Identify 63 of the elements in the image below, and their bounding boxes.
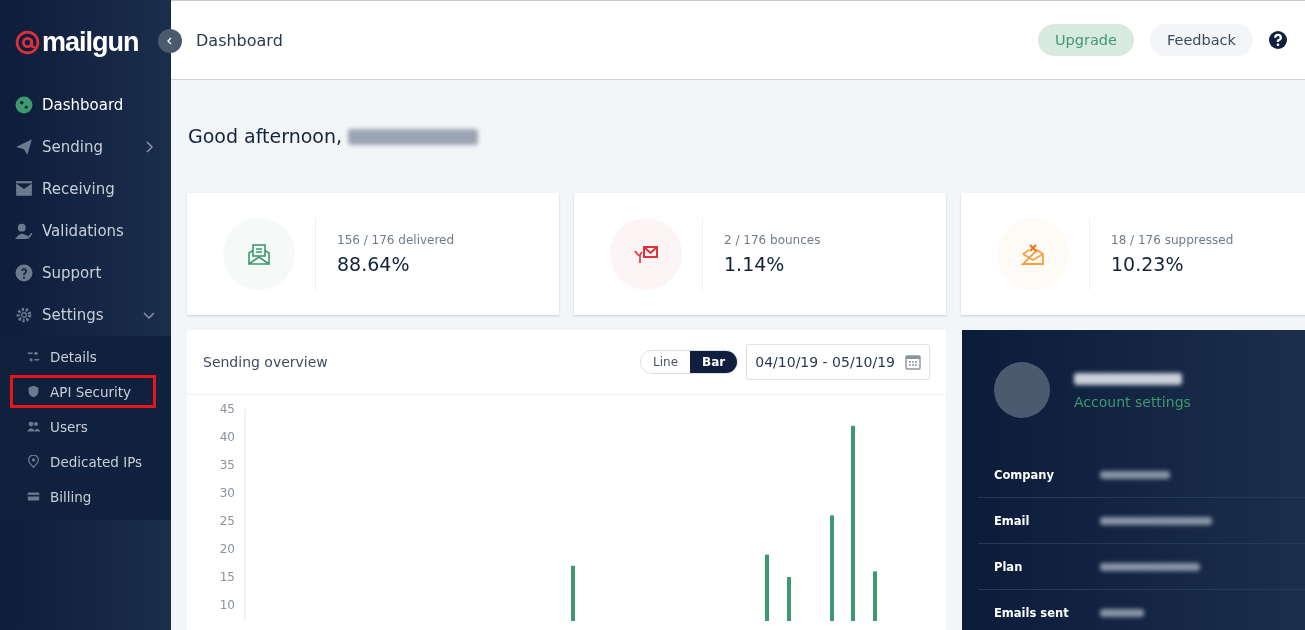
help-icon[interactable] (1269, 31, 1287, 49)
dashboard-icon (15, 96, 33, 114)
sidebar-subitem[interactable]: Dedicated IPs (10, 445, 156, 478)
y-tick-label: 45 (219, 402, 235, 416)
stat-label: 18 / 176 suppressed (1111, 233, 1234, 247)
y-tick-label: 30 (219, 486, 235, 500)
sidebar-item[interactable]: Dashboard (0, 84, 171, 126)
y-tick-label: 20 (219, 542, 235, 556)
at-sign-logo-icon (15, 29, 40, 55)
collapse-sidebar-button[interactable] (158, 29, 182, 53)
avatar (994, 362, 1050, 418)
y-tick-label: 40 (219, 430, 235, 444)
y-tick-label: 10 (219, 598, 235, 612)
users-icon (27, 420, 40, 433)
user-check-icon (15, 222, 33, 240)
envelope-x-icon (1021, 243, 1045, 265)
date-range-field[interactable]: 04/10/19 - 05/10/19 (746, 344, 930, 380)
sidebar-subitem[interactable]: Billing (10, 480, 156, 513)
y-tick-label: 25 (219, 514, 235, 528)
profile-field-label: Email (994, 513, 1031, 528)
greeting-text: Good afternoon, (188, 125, 343, 149)
profile-field-label: Emails sent (994, 605, 1070, 620)
chevron-left-icon (166, 37, 174, 45)
redacted-value (1100, 470, 1170, 479)
stat-label: 156 / 176 delivered (337, 233, 455, 247)
bar (873, 571, 877, 621)
redacted-value (1100, 608, 1144, 617)
stat-value: 10.23% (1111, 253, 1185, 275)
help-icon (15, 264, 33, 282)
bar (787, 577, 791, 621)
bar (765, 554, 769, 621)
sliders-icon (27, 350, 40, 363)
page-title: Dashboard (196, 30, 284, 50)
sidebar-item[interactable]: Sending (0, 126, 171, 168)
paper-plane-icon (15, 138, 33, 156)
calendar-icon (905, 354, 921, 370)
stat-value: 88.64% (337, 253, 411, 275)
sidebar-subitem[interactable]: Users (10, 410, 156, 443)
stat-value: 1.14% (724, 253, 786, 275)
y-tick-label: 35 (219, 458, 235, 472)
credit-card-icon (27, 490, 40, 503)
location-pin-icon (27, 455, 40, 468)
feedback-button[interactable]: Feedback (1149, 24, 1253, 56)
bar (571, 565, 575, 621)
y-tick-label: 15 (219, 570, 235, 584)
gear-icon (15, 306, 33, 324)
sidebar-item[interactable]: Support (0, 252, 171, 294)
inbox-icon (15, 180, 33, 198)
shield-icon (27, 385, 40, 398)
open-envelope-icon (247, 243, 271, 265)
profile-field-label: Plan (994, 559, 1024, 574)
bounced-envelope-icon (634, 243, 658, 265)
account-settings-link[interactable]: Account settings (1074, 394, 1191, 410)
sidebar-item[interactable]: Validations (0, 210, 171, 252)
panel-title: Sending overview (203, 354, 329, 370)
sidebar-item[interactable]: Settings (0, 294, 171, 336)
logo-wordmark: mailgun (42, 26, 139, 58)
profile-field-label: Company (994, 467, 1055, 482)
stat-label: 2 / 176 bounces (724, 233, 821, 247)
sidebar-subitem[interactable]: Details (10, 340, 156, 373)
sidebar-item[interactable]: Receiving (0, 168, 171, 210)
chart-mode-toggle[interactable]: Bar (690, 351, 738, 373)
sidebar-subitem[interactable]: API Security (10, 375, 156, 408)
